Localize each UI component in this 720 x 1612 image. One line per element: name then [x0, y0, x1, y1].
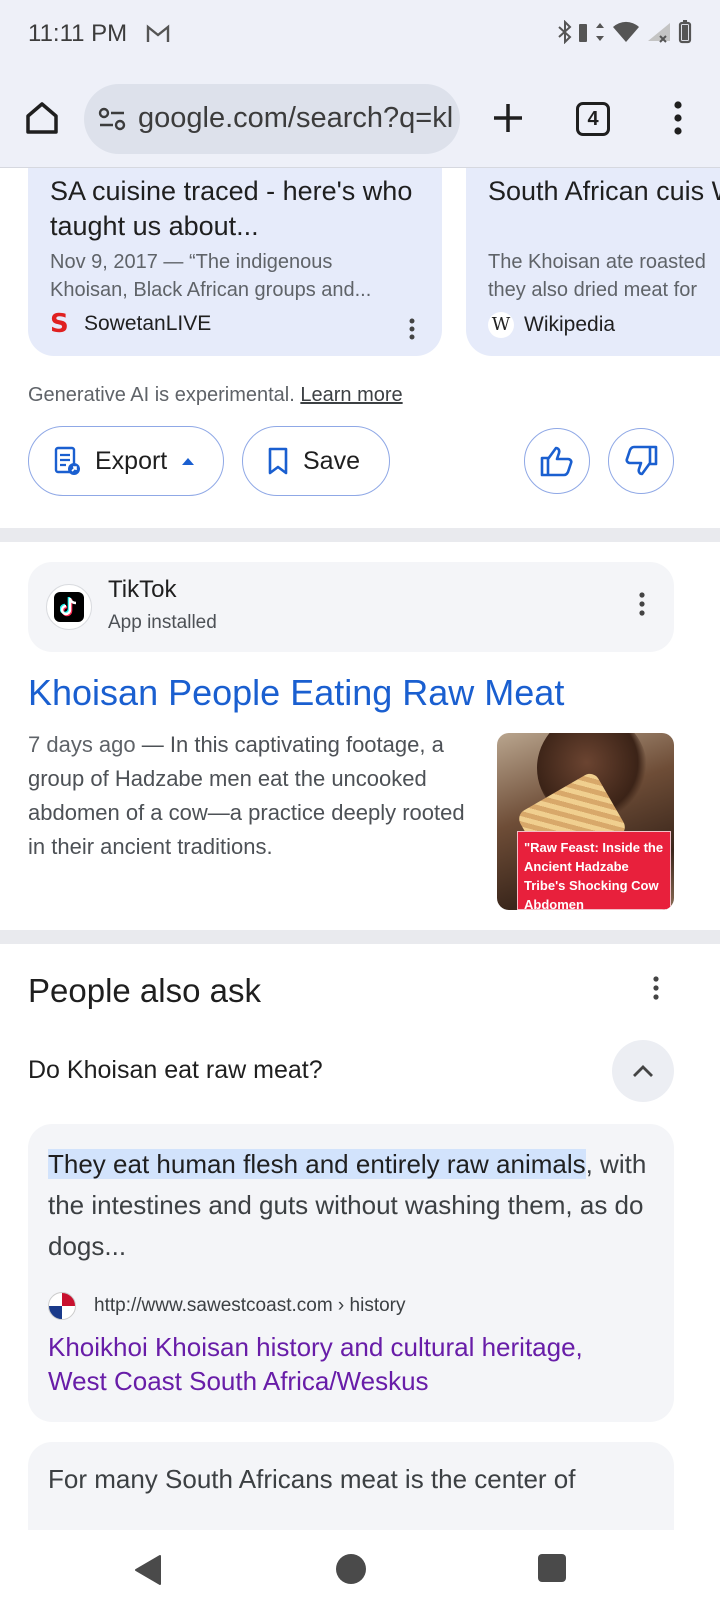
paa-answer-text: They eat human flesh and entirely raw an… [48, 1144, 648, 1267]
status-time: 11:11 PM [28, 20, 128, 47]
result-snippet: 7 days ago — In this captivating footage… [28, 728, 468, 864]
snippet-line: Nov 9, 2017 — “The indigenous [50, 251, 333, 273]
chevron-up-icon [633, 1065, 653, 1077]
home-button[interactable] [22, 98, 62, 138]
paa-collapse-button[interactable] [612, 1040, 674, 1102]
system-nav-bar [0, 1530, 720, 1612]
save-label: Save [303, 446, 360, 475]
thumbs-up-icon [540, 446, 573, 477]
paa-question[interactable]: Do Khoisan eat raw meat? [28, 1056, 323, 1085]
people-also-ask-menu-button[interactable] [652, 976, 660, 1005]
status-bar: 11:11 PM [0, 0, 720, 72]
ai-source-card[interactable]: SA cuisine traced - here's who taught us… [28, 168, 442, 356]
gmail-notification-icon [146, 24, 170, 49]
more-vert-icon [409, 318, 415, 340]
more-vert-icon [639, 592, 645, 616]
browser-toolbar: google.com/search?q=kl 4 [0, 72, 720, 168]
ai-source-card[interactable]: South African cuis Wikipedia The Khoisan… [466, 168, 720, 356]
thumbs-up-button[interactable] [524, 428, 590, 494]
bookmark-icon [268, 447, 288, 475]
data-arrows-icon [596, 23, 604, 41]
wifi-icon [613, 21, 639, 42]
snippet-line: Khoisan, Black African groups and... [50, 279, 372, 301]
sawestcoast-favicon-icon [48, 1292, 76, 1320]
result-title-link[interactable]: Khoisan People Eating Raw Meat [28, 672, 564, 714]
ai-disclaimer: Generative AI is experimental. Learn mor… [28, 384, 403, 407]
site-settings-icon [98, 107, 126, 131]
source-card-title: South African cuis Wikipedia [488, 176, 720, 206]
search-results: SA cuisine traced - here's who taught us… [0, 168, 720, 1530]
status-icons [558, 20, 692, 44]
paa-answer-link[interactable]: Khoikhoi Khoisan history and cultural he… [48, 1330, 648, 1398]
paa-answer-source[interactable]: http://www.sawestcoast.com › history [48, 1292, 406, 1320]
home-nav-button[interactable] [336, 1554, 366, 1584]
source-card-publisher: W Wikipedia [488, 312, 615, 338]
tiktok-logo-mark [54, 592, 84, 622]
result-video-thumbnail[interactable]: "Raw Feast: Inside the Ancient Hadzabe T… [497, 733, 674, 910]
sowetanlive-logo-icon: S [50, 309, 69, 339]
home-icon [26, 102, 58, 134]
paa-answer-highlight: They eat human flesh and entirely raw an… [48, 1149, 586, 1179]
result-source-status: App installed [108, 612, 217, 633]
more-vert-icon [653, 976, 659, 1000]
section-divider [0, 528, 720, 542]
back-triangle-icon [135, 1555, 161, 1585]
result-source-header[interactable]: TikTok App installed [28, 562, 674, 652]
export-label: Export [95, 446, 168, 475]
ai-disclaimer-text: Generative AI is experimental. [28, 384, 295, 406]
plus-icon [494, 104, 522, 132]
export-doc-icon [54, 446, 80, 475]
people-also-ask-heading: People also ask [28, 972, 261, 1009]
source-card-publisher: S SowetanLIVE [50, 309, 212, 339]
thumbs-down-icon [625, 445, 658, 476]
snippet-line: they also dried meat for [488, 279, 697, 301]
result-age: 7 days ago [28, 732, 136, 757]
publisher-name: Wikipedia [524, 313, 616, 336]
result-menu-button[interactable] [638, 592, 646, 621]
section-divider [0, 930, 720, 944]
url-text: google.com/search?q=kl [138, 102, 454, 134]
more-vert-icon [674, 101, 682, 135]
bluetooth-icon [558, 20, 572, 44]
back-button[interactable] [134, 1554, 162, 1591]
tab-switcher-button[interactable]: 4 [576, 102, 610, 136]
address-bar[interactable]: google.com/search?q=kl [84, 84, 460, 154]
thumbs-down-button[interactable] [608, 428, 674, 494]
snippet-line: The Khoisan ate roasted [488, 251, 706, 273]
paa-next-answer-text: For many South Africans meat is the cent… [48, 1464, 576, 1494]
paa-source-url: http://www.sawestcoast.com › history [94, 1295, 406, 1316]
recents-button[interactable] [538, 1554, 566, 1582]
source-card-menu-button[interactable] [408, 318, 416, 345]
result-source-name: TikTok [108, 576, 177, 603]
paa-next-answer-card: For many South Africans meat is the cent… [28, 1442, 674, 1530]
tiktok-logo-icon [46, 584, 92, 630]
source-card-snippet: The Khoisan ate roasted they also dried … [488, 248, 720, 304]
wikipedia-logo-icon: W [488, 312, 514, 338]
publisher-name: SowetanLIVE [84, 312, 212, 335]
paa-answer-card: They eat human flesh and entirely raw an… [28, 1124, 674, 1422]
thumbnail-caption: "Raw Feast: Inside the Ancient Hadzabe T… [517, 831, 671, 910]
new-tab-button[interactable] [488, 98, 528, 138]
learn-more-link[interactable]: Learn more [300, 384, 402, 406]
cellular-signal-icon [648, 23, 670, 43]
battery-small-icon [579, 24, 587, 42]
battery-icon [678, 20, 692, 44]
browser-menu-button[interactable] [664, 98, 692, 138]
caret-up-icon [182, 458, 195, 465]
source-card-title: SA cuisine traced - here's who taught us… [50, 176, 413, 241]
save-button[interactable]: Save [242, 426, 390, 496]
export-button[interactable]: Export [28, 426, 224, 496]
source-card-snippet: Nov 9, 2017 — “The indigenous Khoisan, B… [50, 248, 430, 304]
